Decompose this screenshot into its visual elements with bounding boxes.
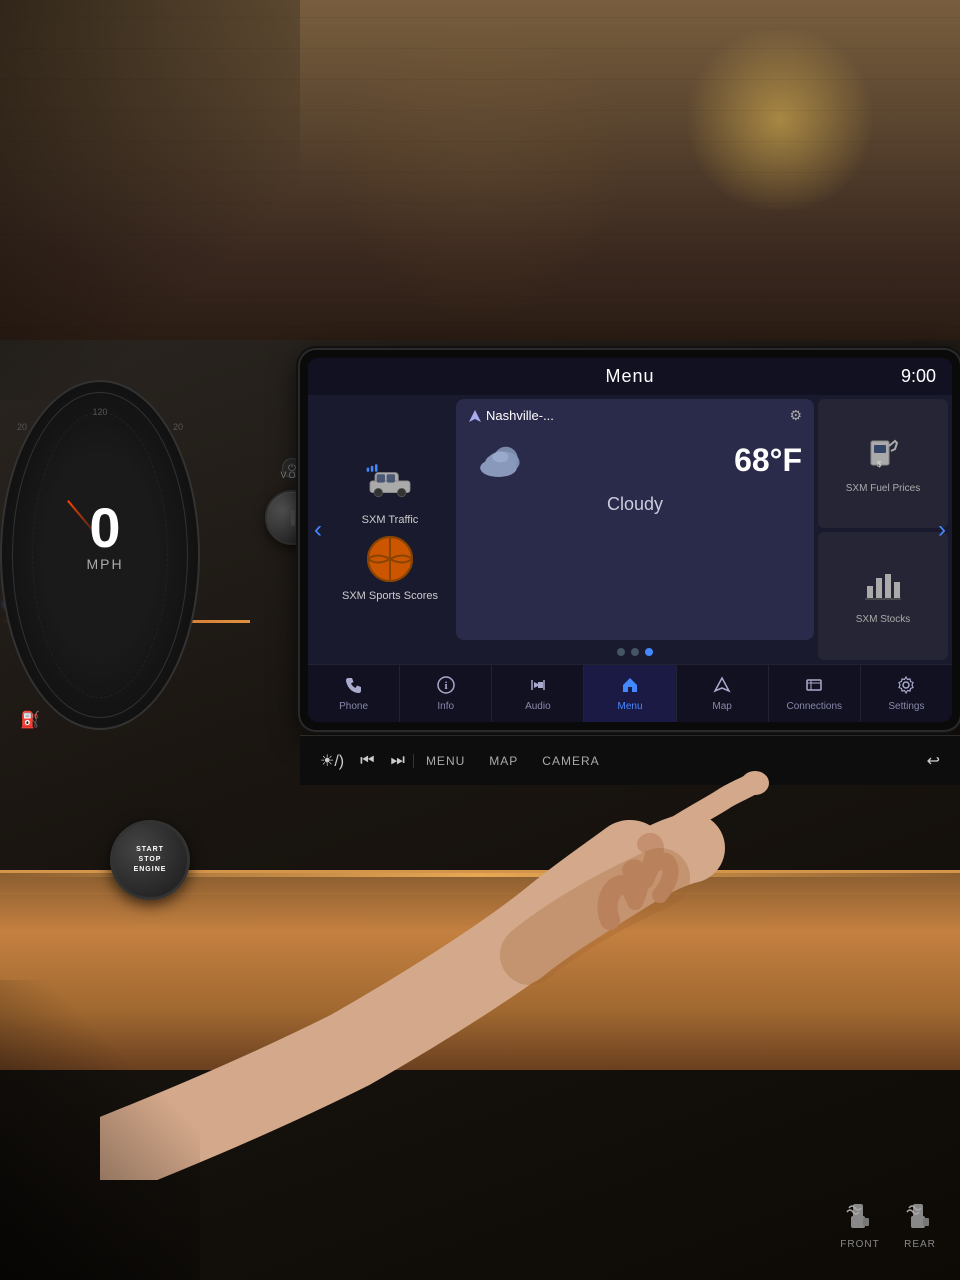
carousel-sxm-sports[interactable]: SXM Sports Scores [342, 534, 438, 602]
nav-phone[interactable]: Phone [308, 665, 400, 722]
sxm-traffic-label: SXM Traffic [362, 514, 419, 526]
svg-text:$: $ [877, 460, 882, 469]
sxm-sports-label: SXM Sports Scores [342, 590, 438, 602]
weather-body: 68°F [468, 430, 802, 490]
back-btn[interactable]: ↩ [919, 747, 948, 775]
rear-seat-control[interactable]: REAR [900, 1195, 940, 1250]
dot-3 [645, 648, 653, 656]
nav-connections-label: Connections [786, 701, 842, 712]
leather-trim [0, 870, 960, 1070]
nav-connections[interactable]: Connections [769, 665, 861, 722]
weather-header: Nashville-... ⚙ [468, 407, 802, 424]
carousel-right-arrow[interactable]: › [938, 516, 946, 544]
nav-phone-label: Phone [339, 701, 368, 712]
fuel-icon: $ [863, 431, 903, 478]
screen-bezel: Menu 9:00 ‹ [300, 350, 960, 730]
map-icon [713, 676, 731, 699]
weather-condition: Cloudy [468, 494, 802, 515]
carousel-sxm-traffic[interactable]: SXM Traffic [360, 458, 420, 526]
nav-info-label: Info [437, 701, 454, 712]
connections-icon [805, 676, 823, 699]
screen-time: 9:00 [901, 366, 936, 387]
sxm-traffic-icon [360, 458, 420, 508]
rear-seat-icon [900, 1195, 940, 1235]
front-seat-control[interactable]: FRONT [840, 1195, 880, 1250]
nav-map[interactable]: Map [677, 665, 769, 722]
scene: 120 20 20 0 MPH ⛽ ⏻ VOL Menu 9:00 [0, 0, 960, 1280]
bottom-controls: FRONT REAR [840, 1195, 940, 1250]
nav-settings[interactable]: Settings [861, 665, 952, 722]
screen-main-content: ‹ [308, 395, 952, 664]
nav-audio-label: Audio [525, 701, 551, 712]
gas-indicator: ⛽ [20, 710, 40, 730]
sxm-fuel-label: SXM Fuel Prices [846, 482, 920, 495]
map-btn[interactable]: MAP [489, 754, 518, 768]
infotainment-screen: Menu 9:00 ‹ [308, 358, 952, 722]
nav-settings-label: Settings [888, 701, 924, 712]
dot-1 [617, 648, 625, 656]
front-seat-icon [840, 1195, 880, 1235]
stocks-icon [863, 566, 903, 609]
sxm-sports-icon [360, 534, 420, 584]
navigation-icon [468, 409, 482, 423]
sxm-stocks-label: SXM Stocks [856, 613, 910, 626]
rear-seat-label: REAR [904, 1239, 936, 1250]
weather-condition-area: 68°F [734, 442, 802, 479]
phone-icon [345, 676, 363, 699]
front-seat-label: FRONT [840, 1239, 879, 1250]
carousel-dots [456, 644, 814, 660]
menu-home-icon [621, 676, 639, 699]
menu-btn[interactable]: MENU [426, 754, 465, 768]
left-carousel-panel: ‹ [312, 399, 452, 660]
camera-btn[interactable]: CAMERA [542, 754, 599, 768]
dot-2 [631, 648, 639, 656]
right-cards-panel: › $ [818, 399, 948, 660]
weather-card[interactable]: Nashville-... ⚙ [456, 399, 814, 640]
skip-back-btn[interactable]: ⏮ [352, 748, 382, 774]
nav-menu-label: Menu [617, 701, 642, 712]
speed-unit: MPH [30, 556, 180, 572]
weather-location: Nashville-... [486, 408, 554, 423]
carousel-left-arrow[interactable]: ‹ [314, 516, 322, 544]
skip-forward-btn[interactable]: ⏭ [383, 748, 413, 774]
sxm-fuel-card[interactable]: $ SXM Fuel Prices [818, 399, 948, 528]
nav-menu[interactable]: Menu [584, 665, 676, 722]
nav-audio[interactable]: Audio [492, 665, 584, 722]
center-weather-widget: Nashville-... ⚙ [456, 399, 814, 660]
screen-header: Menu 9:00 [308, 358, 952, 395]
sxm-stocks-card[interactable]: SXM Stocks [818, 532, 948, 661]
nav-bar: Phone i Info [308, 664, 952, 722]
brightness-btn[interactable]: ☀/) [312, 747, 352, 775]
nav-info[interactable]: i Info [400, 665, 492, 722]
settings-icon [897, 676, 915, 699]
weather-temperature: 68°F [734, 442, 802, 479]
svg-text:i: i [444, 680, 447, 692]
start-stop-engine[interactable]: START STOP ENGINE [110, 820, 190, 900]
nav-map-label: Map [712, 701, 731, 712]
audio-icon [529, 676, 547, 699]
info-icon: i [437, 676, 455, 699]
physical-control-bar: ☀/) ⏮ ⏭ MENU MAP CAMERA ↩ [300, 735, 960, 785]
start-stop-text: START STOP ENGINE [134, 845, 167, 874]
screen-title: Menu [528, 366, 732, 387]
weather-settings-icon[interactable]: ⚙ [789, 407, 802, 424]
speedometer: 0 MPH [30, 500, 180, 572]
weather-icon-area [468, 430, 528, 490]
speed-value: 0 [30, 500, 180, 556]
